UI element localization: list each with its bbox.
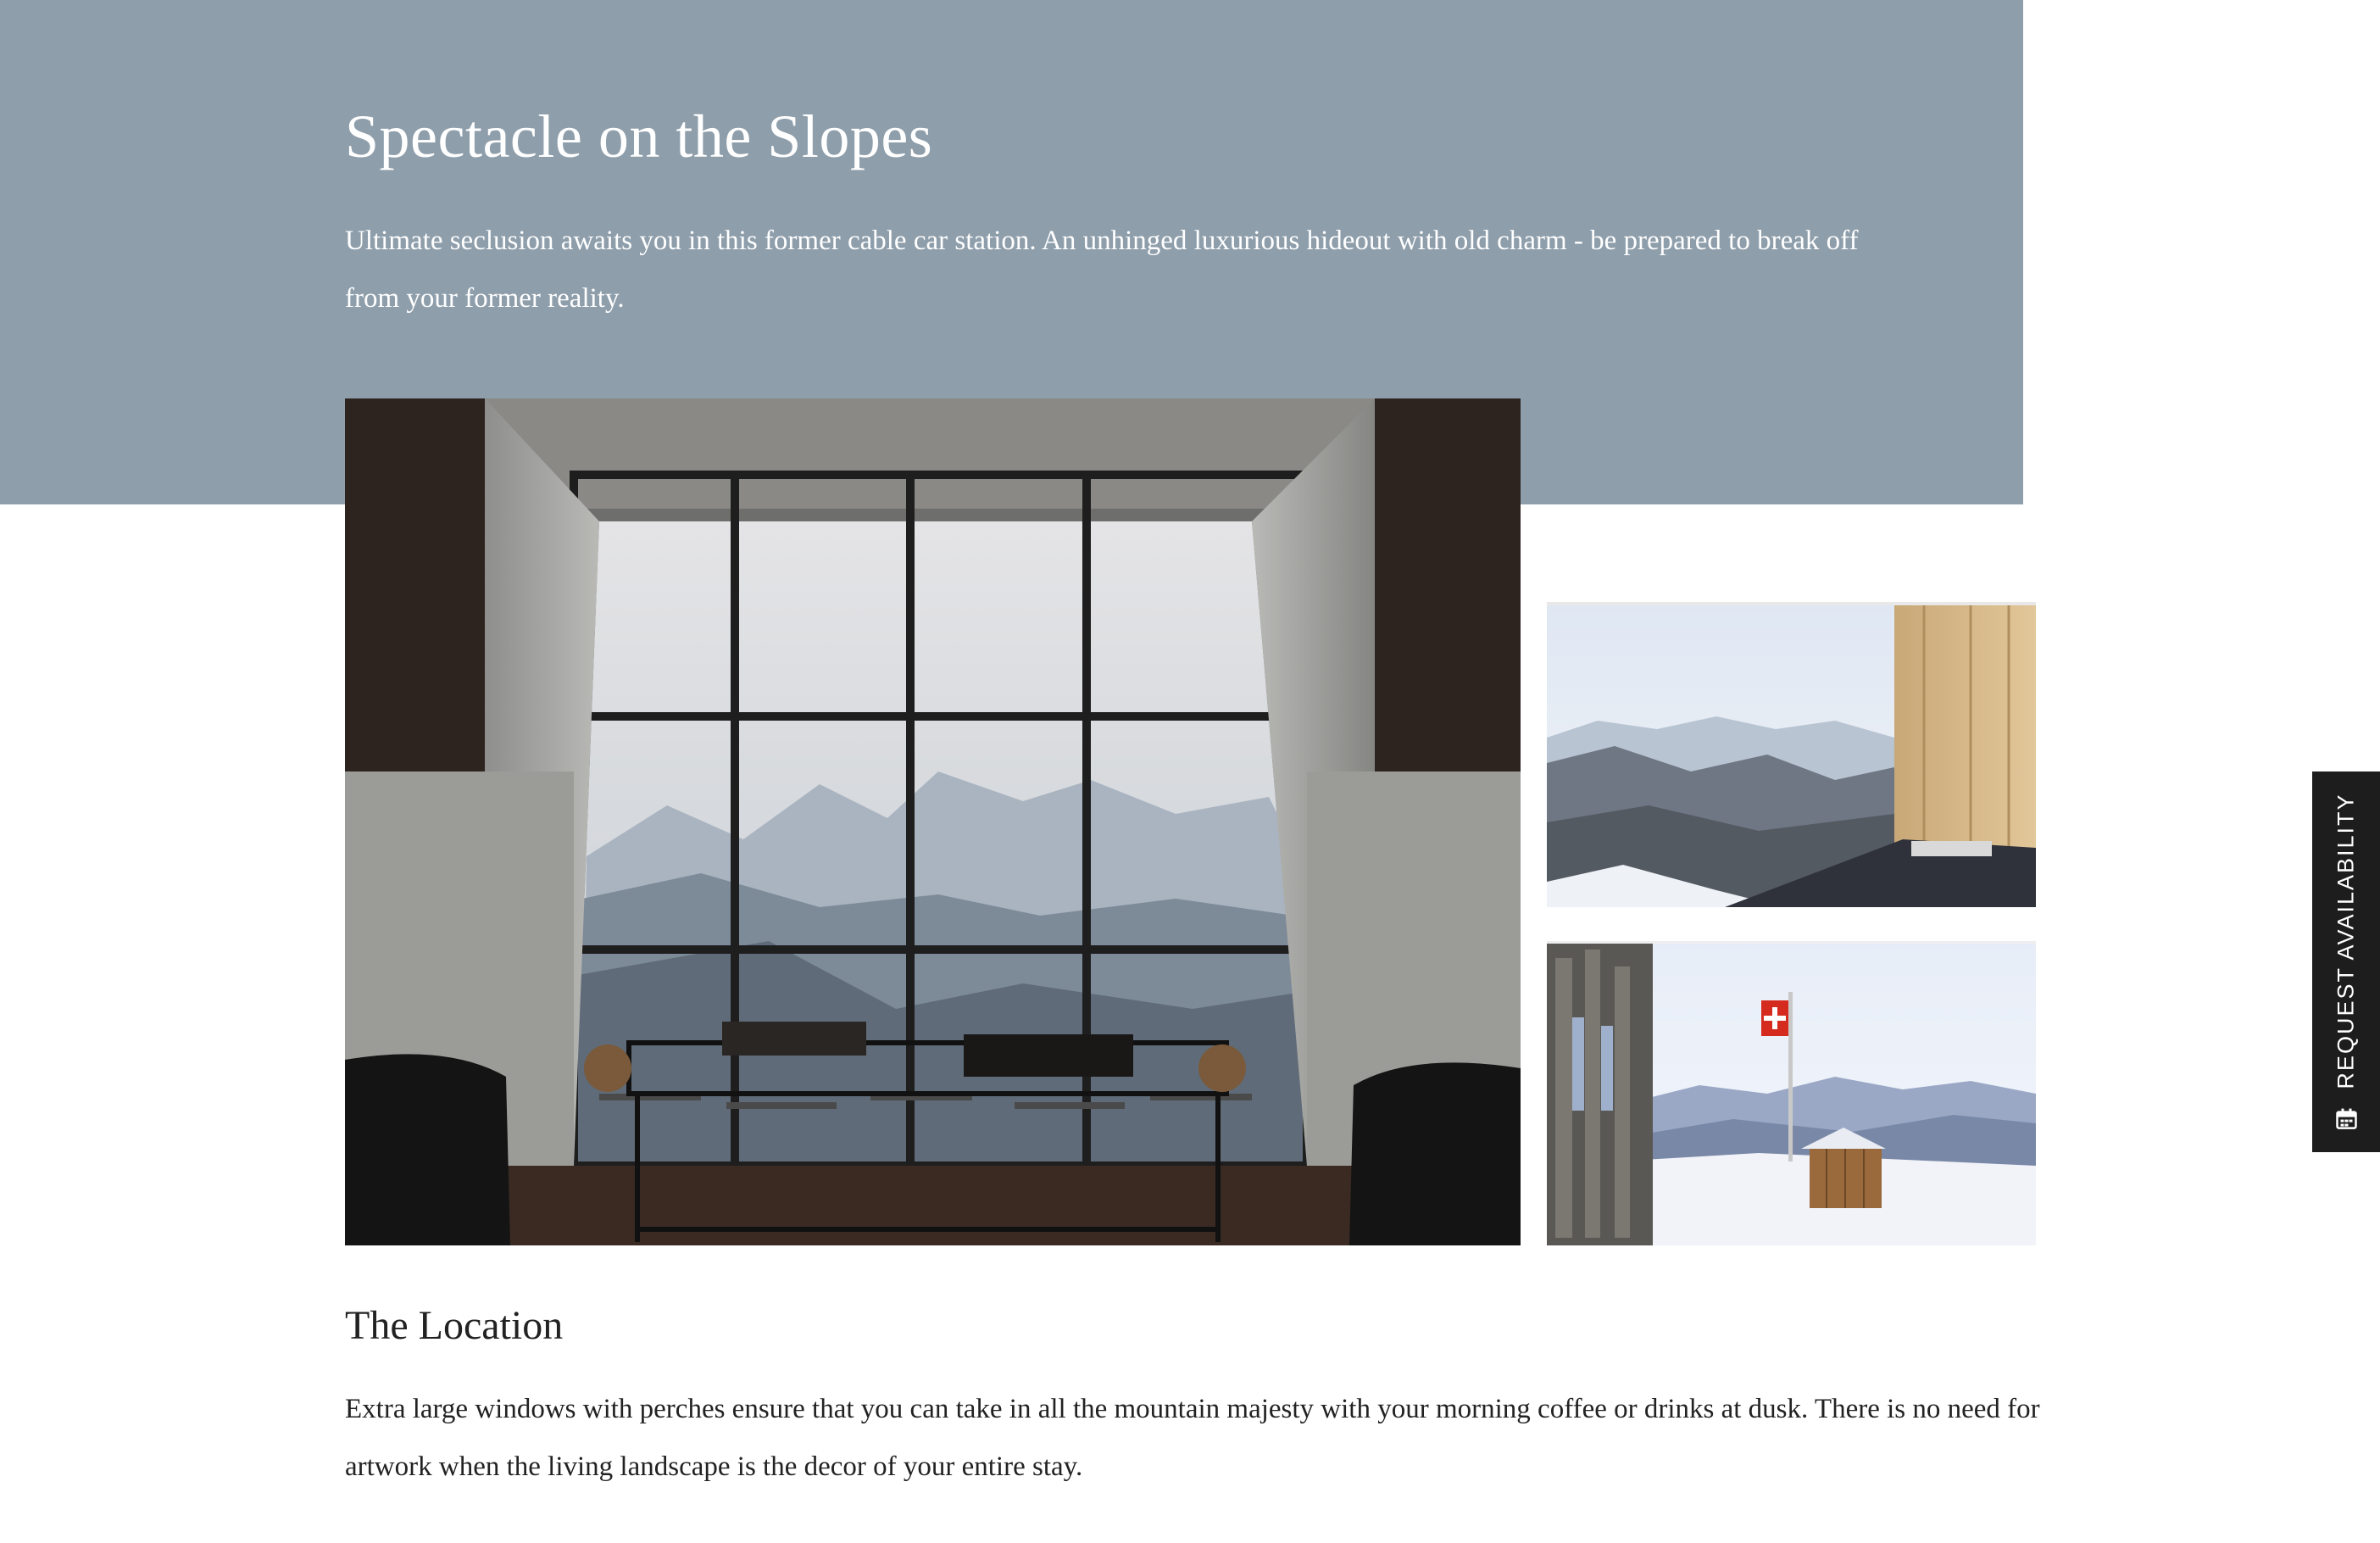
page-title: Spectacle on the Slopes (345, 103, 933, 170)
location-heading: The Location (345, 1303, 564, 1348)
main-photo (345, 398, 1521, 1245)
request-availability-label: REQUEST AVAILABILITY (2333, 793, 2359, 1089)
hero-intro: Ultimate seclusion awaits you in this fo… (345, 226, 1859, 314)
calendar-icon (2335, 1108, 2357, 1130)
request-availability-button[interactable]: REQUEST AVAILABILITY (2312, 772, 2380, 1152)
side-photo-valley-view (1547, 602, 2036, 907)
side-photo-swiss-flag (1547, 941, 2036, 1245)
location-body: Extra large windows with perches ensure … (345, 1394, 2040, 1482)
